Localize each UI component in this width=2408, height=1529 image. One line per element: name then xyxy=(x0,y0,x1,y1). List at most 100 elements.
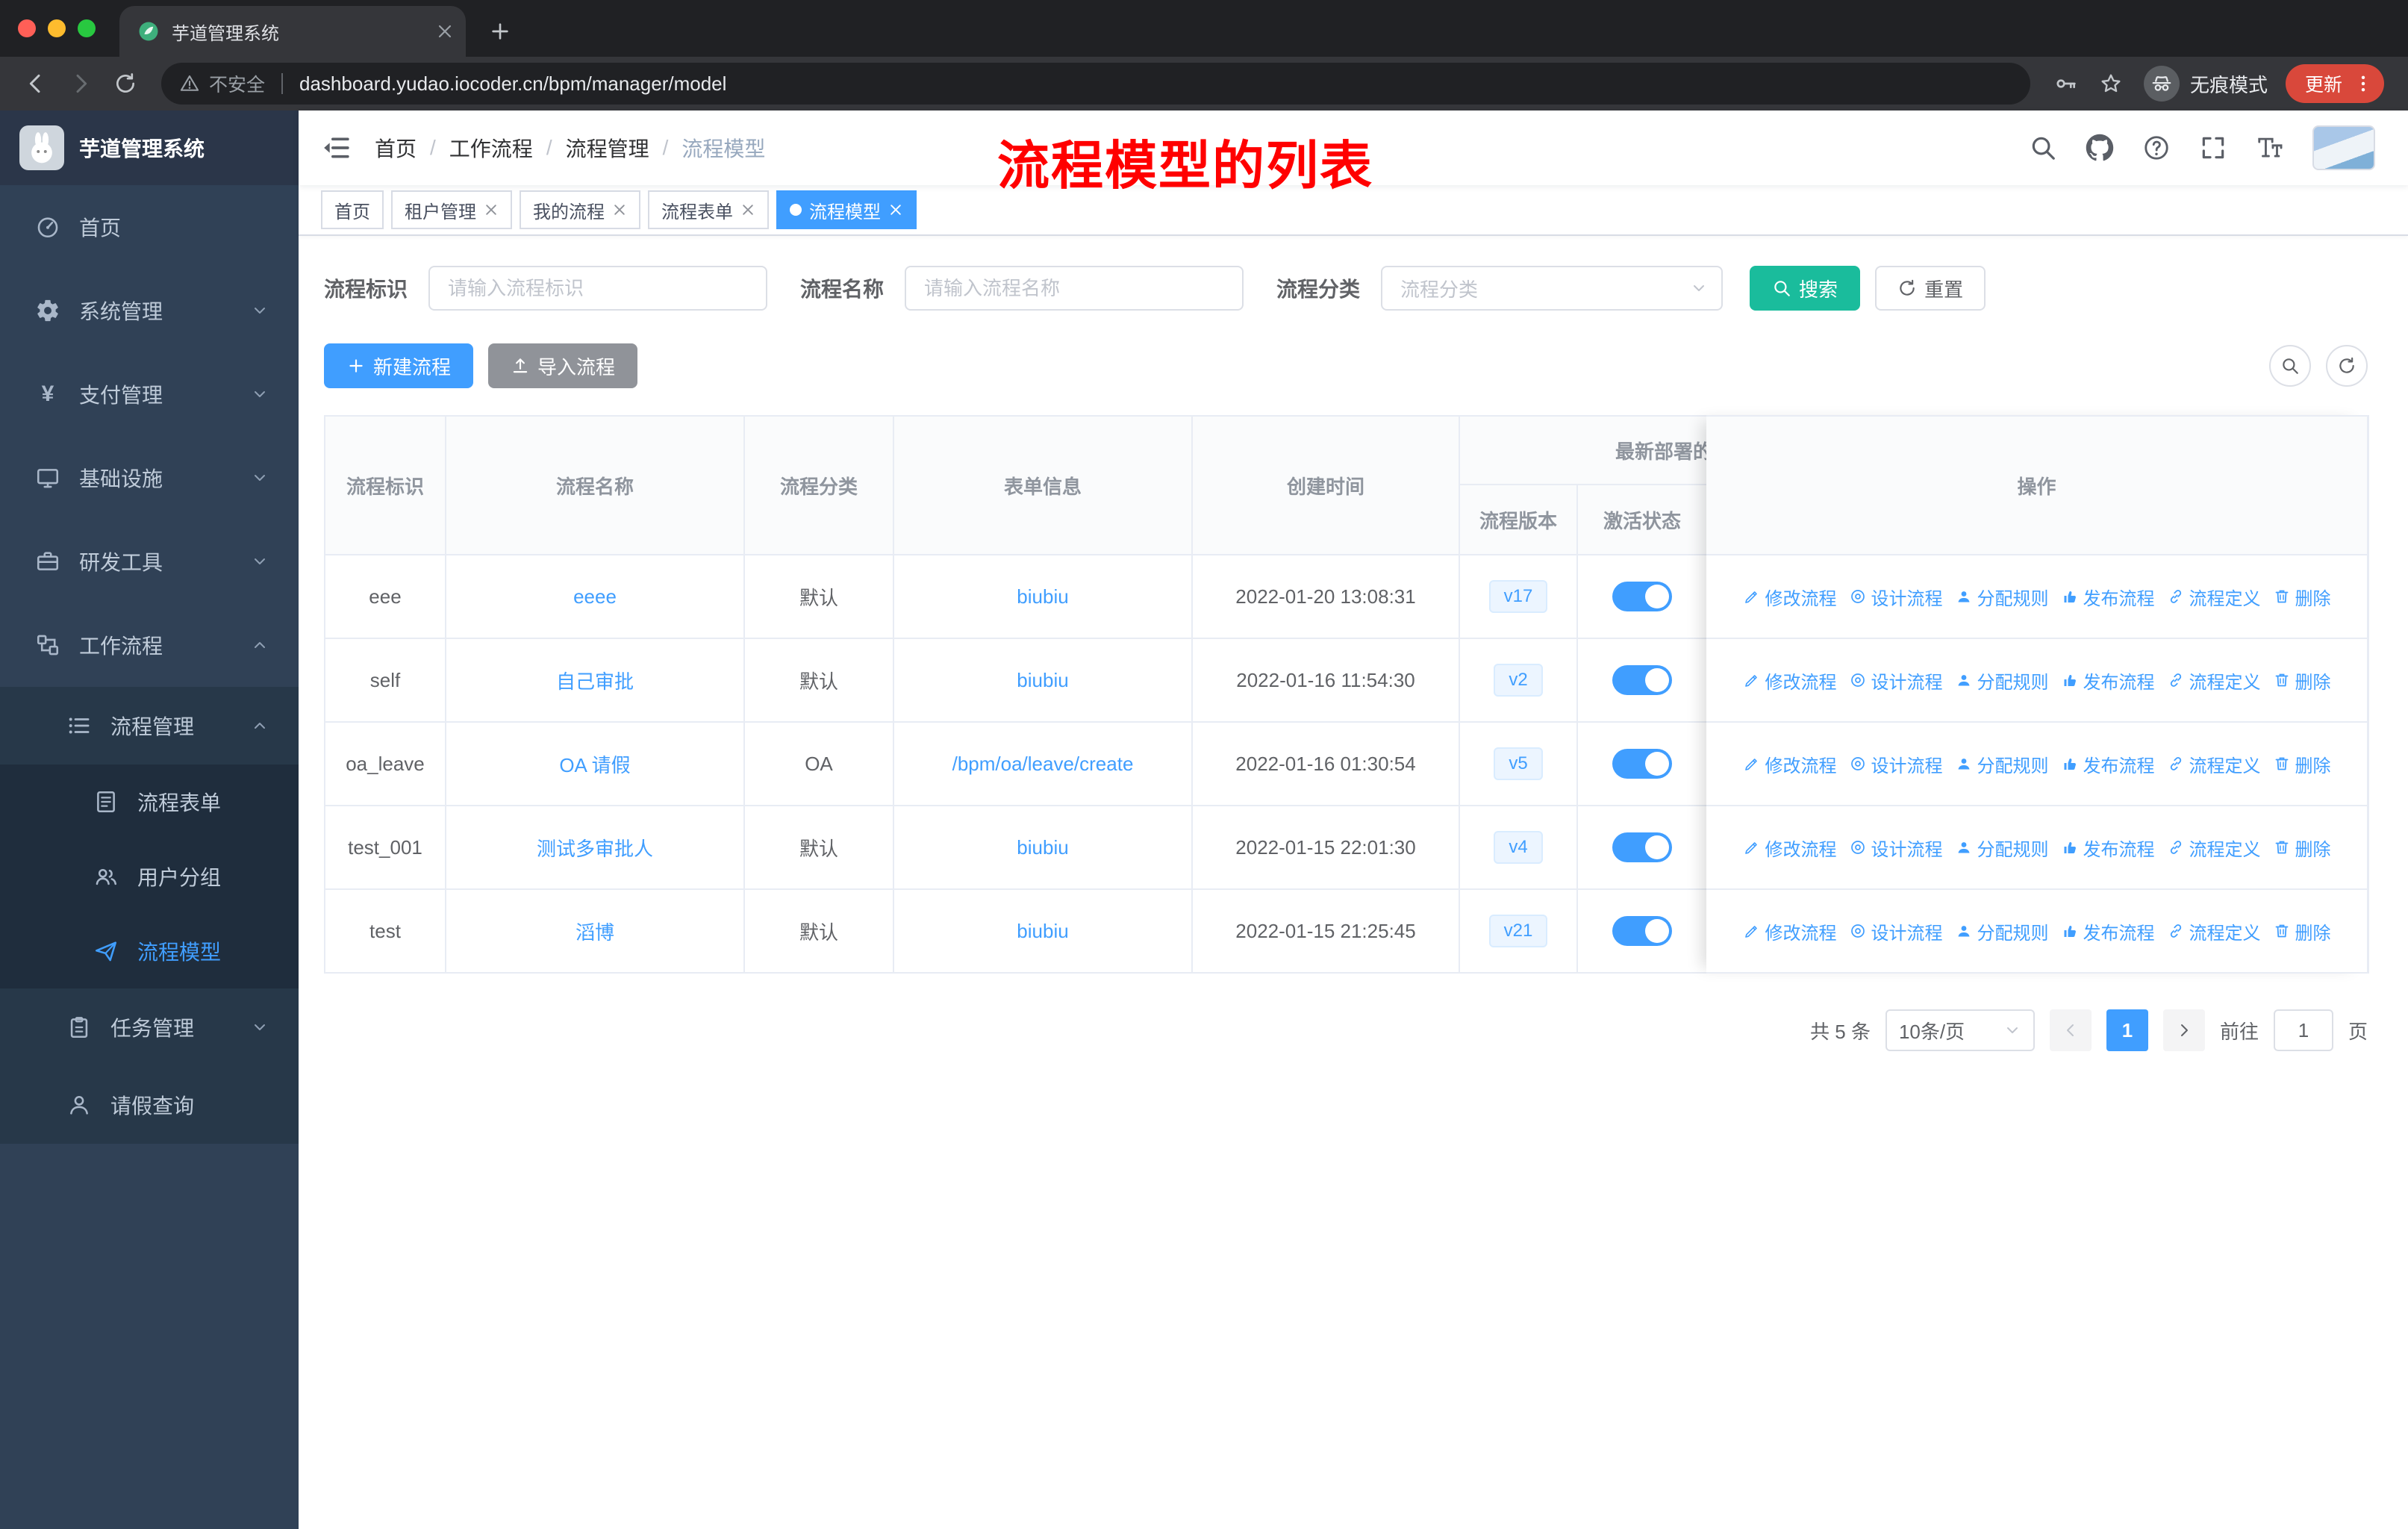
breadcrumb-item[interactable]: 首页 xyxy=(375,133,417,163)
form-info-link[interactable]: biubiu xyxy=(1017,585,1068,608)
publish-process-link[interactable]: 发布流程 xyxy=(2061,667,2155,694)
sidebar-item-process-form[interactable]: 流程表单 xyxy=(0,764,299,839)
edit-process-link[interactable]: 修改流程 xyxy=(1743,751,1837,777)
process-name-link[interactable]: 测试多审批人 xyxy=(537,838,653,860)
toggle-search-button[interactable] xyxy=(2269,345,2311,387)
active-toggle[interactable] xyxy=(1612,582,1672,611)
active-toggle[interactable] xyxy=(1612,749,1672,779)
process-name-link[interactable]: eeee xyxy=(573,585,617,608)
sidebar-item-devtools[interactable]: 研发工具 xyxy=(0,520,299,603)
next-page-button[interactable] xyxy=(2162,1009,2205,1051)
page-size-select[interactable]: 10条/页 xyxy=(1885,1009,2035,1051)
tag-我的流程[interactable]: 我的流程 xyxy=(520,190,640,229)
design-process-link[interactable]: 设计流程 xyxy=(1849,667,1943,694)
assign-rule-link[interactable]: 分配规则 xyxy=(1955,835,2049,861)
forward-button[interactable] xyxy=(60,63,102,105)
delete-link[interactable]: 删除 xyxy=(2273,751,2331,777)
breadcrumb-item[interactable]: 流程管理 xyxy=(566,133,649,163)
reset-button[interactable]: 重置 xyxy=(1875,266,1986,311)
back-button[interactable] xyxy=(15,63,57,105)
sidebar-item-infra[interactable]: 基础设施 xyxy=(0,436,299,520)
process-definition-link[interactable]: 流程定义 xyxy=(2167,584,2261,610)
assign-rule-link[interactable]: 分配规则 xyxy=(1955,918,2049,944)
import-process-button[interactable]: 导入流程 xyxy=(488,343,638,388)
sidebar-item-task-management[interactable]: 任务管理 xyxy=(0,988,299,1066)
zoom-window-button[interactable] xyxy=(78,19,96,37)
minimize-window-button[interactable] xyxy=(48,19,66,37)
sidebar-item-user-group[interactable]: 用户分组 xyxy=(0,839,299,914)
breadcrumb-item[interactable]: 工作流程 xyxy=(449,133,533,163)
process-name-link[interactable]: 滔博 xyxy=(576,921,614,944)
goto-page-input[interactable] xyxy=(2273,1009,2333,1051)
new-tab-button[interactable] xyxy=(481,12,520,51)
sidebar-item-system[interactable]: 系统管理 xyxy=(0,269,299,352)
active-toggle[interactable] xyxy=(1612,916,1672,946)
sidebar-item-payment[interactable]: ¥ 支付管理 xyxy=(0,352,299,436)
tag-首页[interactable]: 首页 xyxy=(321,190,384,229)
delete-link[interactable]: 删除 xyxy=(2273,835,2331,861)
process-definition-link[interactable]: 流程定义 xyxy=(2167,751,2261,777)
process-definition-link[interactable]: 流程定义 xyxy=(2167,835,2261,861)
tag-流程表单[interactable]: 流程表单 xyxy=(648,190,769,229)
assign-rule-link[interactable]: 分配规则 xyxy=(1955,667,2049,694)
process-name-link[interactable]: OA 请假 xyxy=(559,754,630,776)
close-icon[interactable] xyxy=(740,202,755,217)
page-number-button[interactable]: 1 xyxy=(2106,1009,2148,1051)
close-icon[interactable] xyxy=(612,202,627,217)
process-name-input[interactable] xyxy=(905,266,1244,311)
form-info-link[interactable]: biubiu xyxy=(1017,920,1068,942)
assign-rule-link[interactable]: 分配规则 xyxy=(1955,751,2049,777)
sidebar-item-leave-query[interactable]: 请假查询 xyxy=(0,1066,299,1144)
tag-租户管理[interactable]: 租户管理 xyxy=(391,190,512,229)
assign-rule-link[interactable]: 分配规则 xyxy=(1955,584,2049,610)
delete-link[interactable]: 删除 xyxy=(2273,667,2331,694)
close-icon[interactable] xyxy=(484,202,499,217)
create-process-button[interactable]: 新建流程 xyxy=(324,343,474,388)
bookmark-star-icon[interactable] xyxy=(2090,63,2132,105)
search-button[interactable]: 搜索 xyxy=(1750,266,1861,311)
edit-process-link[interactable]: 修改流程 xyxy=(1743,835,1837,861)
process-definition-link[interactable]: 流程定义 xyxy=(2167,918,2261,944)
sidebar-collapse-icon[interactable] xyxy=(321,133,351,163)
sidebar-item-home[interactable]: 首页 xyxy=(0,185,299,269)
refresh-table-button[interactable] xyxy=(2326,345,2368,387)
design-process-link[interactable]: 设计流程 xyxy=(1849,584,1943,610)
search-icon[interactable] xyxy=(2029,134,2057,162)
publish-process-link[interactable]: 发布流程 xyxy=(2061,584,2155,610)
publish-process-link[interactable]: 发布流程 xyxy=(2061,918,2155,944)
tag-流程模型[interactable]: 流程模型 xyxy=(776,190,917,229)
delete-link[interactable]: 删除 xyxy=(2273,918,2331,944)
help-icon[interactable] xyxy=(2142,134,2171,162)
edit-process-link[interactable]: 修改流程 xyxy=(1743,918,1837,944)
sidebar-item-process-management[interactable]: 流程管理 xyxy=(0,687,299,764)
update-button[interactable]: 更新 xyxy=(2285,64,2384,103)
prev-page-button[interactable] xyxy=(2049,1009,2092,1051)
active-toggle[interactable] xyxy=(1612,832,1672,862)
font-size-icon[interactable] xyxy=(2256,134,2284,162)
sidebar-logo[interactable]: 芋道管理系统 xyxy=(0,110,299,185)
close-icon[interactable] xyxy=(888,202,903,217)
github-icon[interactable] xyxy=(2086,134,2114,162)
sidebar-item-process-model[interactable]: 流程模型 xyxy=(0,914,299,988)
browser-tab[interactable]: 芋道管理系统 xyxy=(119,6,466,57)
user-avatar[interactable] xyxy=(2312,125,2375,170)
form-info-link[interactable]: biubiu xyxy=(1017,669,1068,691)
menu-kebab-icon[interactable] xyxy=(2353,73,2374,94)
form-info-link[interactable]: biubiu xyxy=(1017,836,1068,859)
process-definition-link[interactable]: 流程定义 xyxy=(2167,667,2261,694)
publish-process-link[interactable]: 发布流程 xyxy=(2061,751,2155,777)
fullscreen-icon[interactable] xyxy=(2199,134,2227,162)
active-toggle[interactable] xyxy=(1612,665,1672,695)
process-name-link[interactable]: 自己审批 xyxy=(556,670,634,693)
edit-process-link[interactable]: 修改流程 xyxy=(1743,584,1837,610)
process-category-select[interactable]: 流程分类 xyxy=(1381,266,1724,311)
tab-close-icon[interactable] xyxy=(436,22,454,40)
process-key-input[interactable] xyxy=(428,266,768,311)
design-process-link[interactable]: 设计流程 xyxy=(1849,918,1943,944)
edit-process-link[interactable]: 修改流程 xyxy=(1743,667,1837,694)
reload-button[interactable] xyxy=(105,63,146,105)
design-process-link[interactable]: 设计流程 xyxy=(1849,751,1943,777)
sidebar-item-workflow[interactable]: 工作流程 xyxy=(0,603,299,687)
design-process-link[interactable]: 设计流程 xyxy=(1849,835,1943,861)
close-window-button[interactable] xyxy=(18,19,36,37)
